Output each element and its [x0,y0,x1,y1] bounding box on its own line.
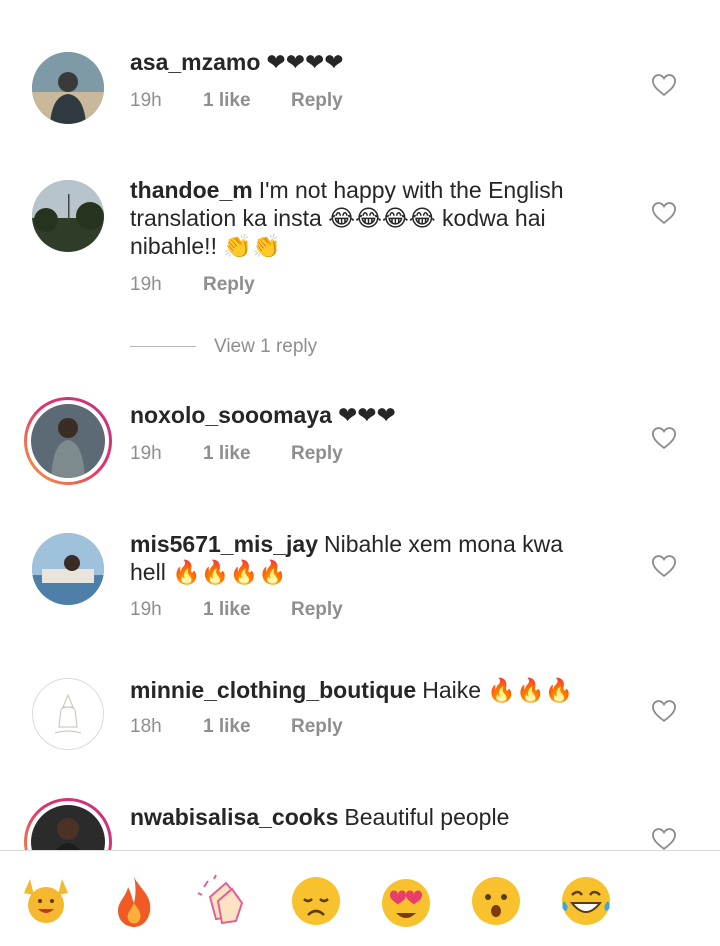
comment-likes[interactable]: 1 like [203,443,291,465]
clapping-hands-emoji[interactable] [196,873,252,929]
surprised-face-emoji[interactable] [468,873,524,929]
like-heart-icon[interactable] [650,825,678,853]
like-heart-icon[interactable] [650,71,678,99]
comment-time: 19h [130,90,162,111]
comment-time: 18h [130,716,162,737]
comment-likes[interactable]: 1 like [203,716,291,738]
comment-text: nwabisalisa_cooks Beautiful people [130,803,600,831]
view-replies-label: View 1 reply [214,336,318,357]
quick-reactions-bar [0,850,720,946]
comment-text: minnie_clothing_boutique Haike 🔥🔥🔥 [130,676,600,704]
like-heart-icon[interactable] [650,697,678,725]
like-heart-icon[interactable] [650,424,678,452]
laughing-tears-emoji[interactable] [558,873,614,929]
avatar[interactable] [32,533,104,605]
reply-button[interactable]: Reply [291,599,343,621]
comment-username[interactable]: minnie_clothing_boutique [130,677,416,703]
avatar-photo [32,533,104,605]
avatar-photo [32,180,104,252]
avatar-story-ring[interactable] [24,397,112,485]
avatar-ring-gap [27,400,109,482]
reply-button[interactable]: Reply [203,274,255,296]
comment-body: ❤❤❤ [337,402,396,428]
comment-username[interactable]: asa_mzamo [130,49,260,75]
fire-emoji[interactable] [106,873,162,929]
reply-button[interactable]: Reply [291,90,343,112]
divider [130,346,196,348]
comment-likes[interactable]: 1 like [203,599,291,621]
comment-meta: 18h 1 like Reply [130,716,343,738]
comment-body: ❤❤❤❤ [266,49,344,75]
comment-text: thandoe_m I'm not happy with the English … [130,176,600,260]
like-heart-icon[interactable] [650,552,678,580]
comment-time: 19h [130,274,162,295]
comment-meta: 19h 1 like Reply [130,90,343,112]
comment-meta: 19h Reply [130,274,255,296]
sad-face-emoji[interactable] [288,873,344,929]
comment-username[interactable]: thandoe_m [130,177,253,203]
avatar[interactable] [32,180,104,252]
comment-time: 19h [130,599,162,620]
raising-hands-emoji[interactable] [18,873,74,929]
comment-username[interactable]: mis5671_mis_jay [130,531,318,557]
comment-likes[interactable]: 1 like [203,90,291,112]
boutique-logo-icon [54,693,82,734]
heart-eyes-emoji[interactable] [378,873,434,929]
like-heart-icon[interactable] [650,199,678,227]
comment-meta: 19h 1 like Reply [130,443,343,465]
comment-text: asa_mzamo ❤❤❤❤ [130,48,600,76]
comment-body: Haike 🔥🔥🔥 [422,677,574,703]
avatar[interactable] [32,52,104,124]
avatar[interactable] [32,678,104,750]
avatar-photo [32,52,104,124]
comment-username[interactable]: nwabisalisa_cooks [130,804,338,830]
comment-text: mis5671_mis_jay Nibahle xem mona kwa hell… [130,530,600,586]
reply-button[interactable]: Reply [291,443,343,465]
avatar-photo [31,404,105,478]
comment-text: noxolo_sooomaya ❤❤❤ [130,401,600,429]
comment-body: Beautiful people [344,804,510,830]
comment-username[interactable]: noxolo_sooomaya [130,402,332,428]
reply-button[interactable]: Reply [291,716,343,738]
comment-meta: 19h 1 like Reply [130,599,343,621]
comment-time: 19h [130,443,162,464]
view-replies-link[interactable]: View 1 reply [130,336,317,358]
